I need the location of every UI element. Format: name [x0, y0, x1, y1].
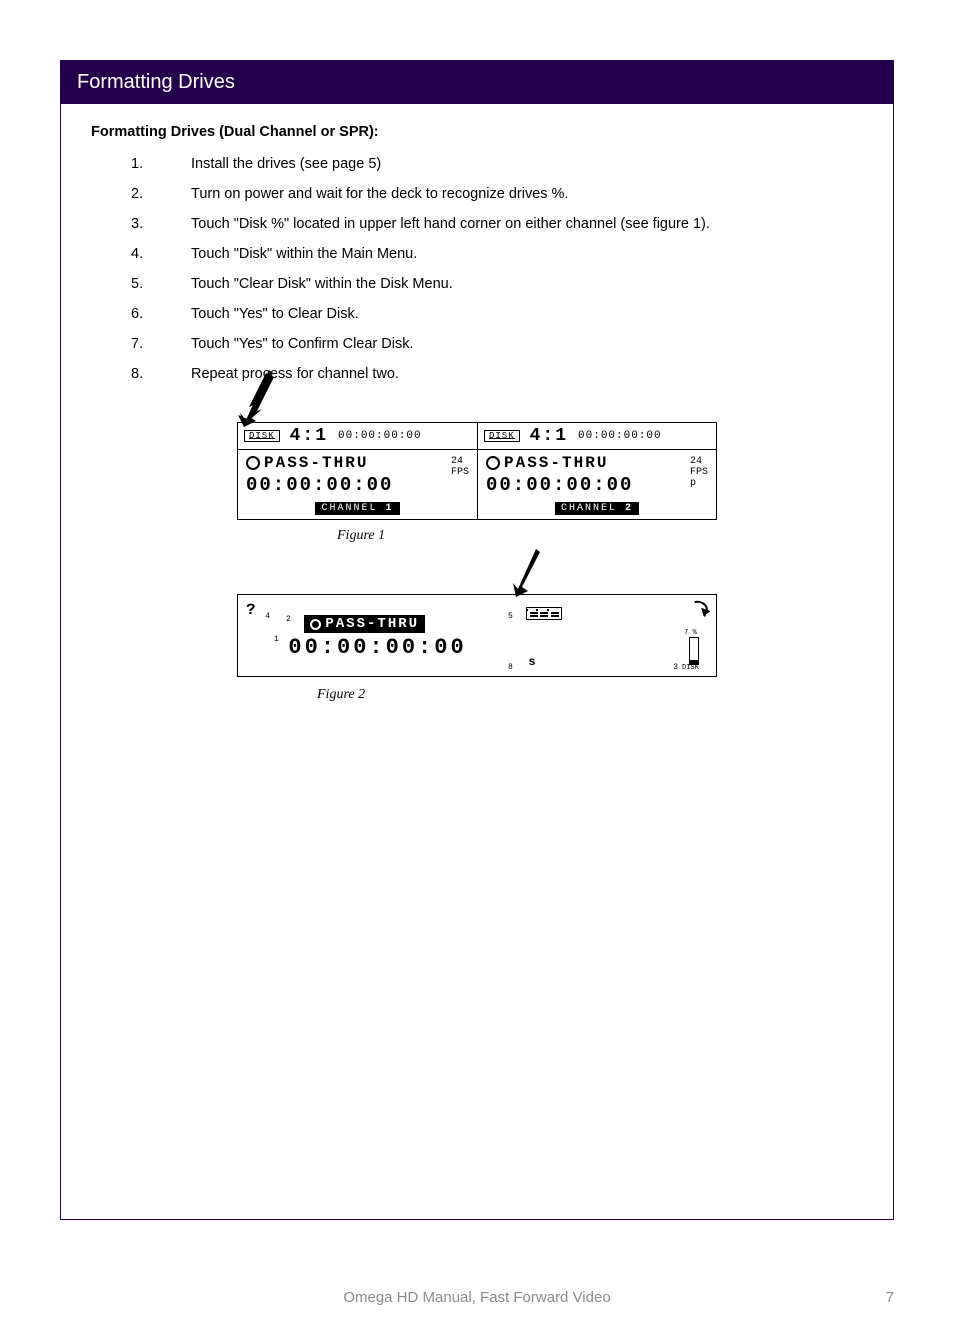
- page-number: 7: [886, 1289, 894, 1306]
- steps-list: 1.Install the drives (see page 5) 2.Turn…: [91, 156, 863, 382]
- list-item: 6.Touch "Yes" to Clear Disk.: [131, 306, 863, 322]
- list-item: 4.Touch "Disk" within the Main Menu.: [131, 246, 863, 262]
- keyboard-icon[interactable]: [526, 607, 562, 620]
- mode-label: PASS-THRU: [504, 454, 608, 472]
- list-item: 3.Touch "Disk %" located in upper left h…: [131, 216, 863, 232]
- callout-number: 1: [274, 635, 279, 644]
- channel-label: CHANNEL 1: [315, 502, 399, 515]
- figure-1: DISK 4:1 00:00:00:00 PASS-THRU 00:00:00:…: [237, 422, 717, 703]
- fps-readout: 24 FPS p: [690, 454, 708, 489]
- record-indicator-icon: [246, 456, 260, 470]
- timecode-small: 00:00:00:00: [338, 430, 422, 442]
- ratio-value: 4:1: [290, 426, 328, 446]
- record-indicator-icon: [486, 456, 500, 470]
- mode-label: PASS-THRU: [264, 454, 368, 472]
- disk-gauge: 7 % DISK: [682, 630, 699, 672]
- disk-button[interactable]: DISK: [484, 430, 520, 442]
- pointer-arrow-icon: [508, 545, 548, 601]
- section-header: Formatting Drives: [61, 61, 893, 104]
- timecode-large: 00:00:00:00: [246, 474, 451, 496]
- timecode-large: 00:00:00:00: [486, 474, 690, 496]
- callout-number: 3: [673, 663, 678, 672]
- figure-caption: Figure 2: [317, 687, 717, 703]
- channel-2-panel: DISK 4:1 00:00:00:00 PASS-THRU 00:00:00:…: [477, 423, 716, 519]
- subheading: Formatting Drives (Dual Channel or SPR):: [91, 124, 863, 140]
- ratio-value: 4:1: [530, 426, 568, 446]
- callout-number: 4: [265, 612, 270, 621]
- channel-1-panel: DISK 4:1 00:00:00:00 PASS-THRU 00:00:00:…: [238, 423, 477, 519]
- fps-readout: 24 FPS: [451, 454, 469, 478]
- figure-2-panel: ? 4 2 PASS-THRU 1 00:00:00:00: [237, 594, 717, 677]
- list-item: 1.Install the drives (see page 5): [131, 156, 863, 172]
- footer-title: Omega HD Manual, Fast Forward Video: [343, 1289, 610, 1306]
- record-indicator-icon: [310, 619, 321, 630]
- s-label: s: [528, 655, 535, 669]
- timecode-small: 00:00:00:00: [578, 430, 662, 442]
- help-icon[interactable]: ?: [246, 601, 256, 619]
- callout-number: 8: [508, 663, 513, 672]
- callout-number: 5: [508, 612, 513, 621]
- list-item: 5.Touch "Clear Disk" within the Disk Men…: [131, 276, 863, 292]
- mode-badge: PASS-THRU: [304, 615, 425, 633]
- page-footer: Omega HD Manual, Fast Forward Video 7: [0, 1289, 954, 1306]
- list-item: 2.Turn on power and wait for the deck to…: [131, 186, 863, 202]
- figure-caption: Figure 1: [337, 528, 717, 544]
- redo-icon[interactable]: [688, 598, 710, 617]
- disk-button[interactable]: DISK: [244, 430, 280, 442]
- channel-label: CHANNEL 2: [555, 502, 639, 515]
- list-item: 7.Touch "Yes" to Confirm Clear Disk.: [131, 336, 863, 352]
- callout-number: 2: [286, 615, 291, 624]
- timecode-large: 00:00:00:00: [288, 635, 466, 660]
